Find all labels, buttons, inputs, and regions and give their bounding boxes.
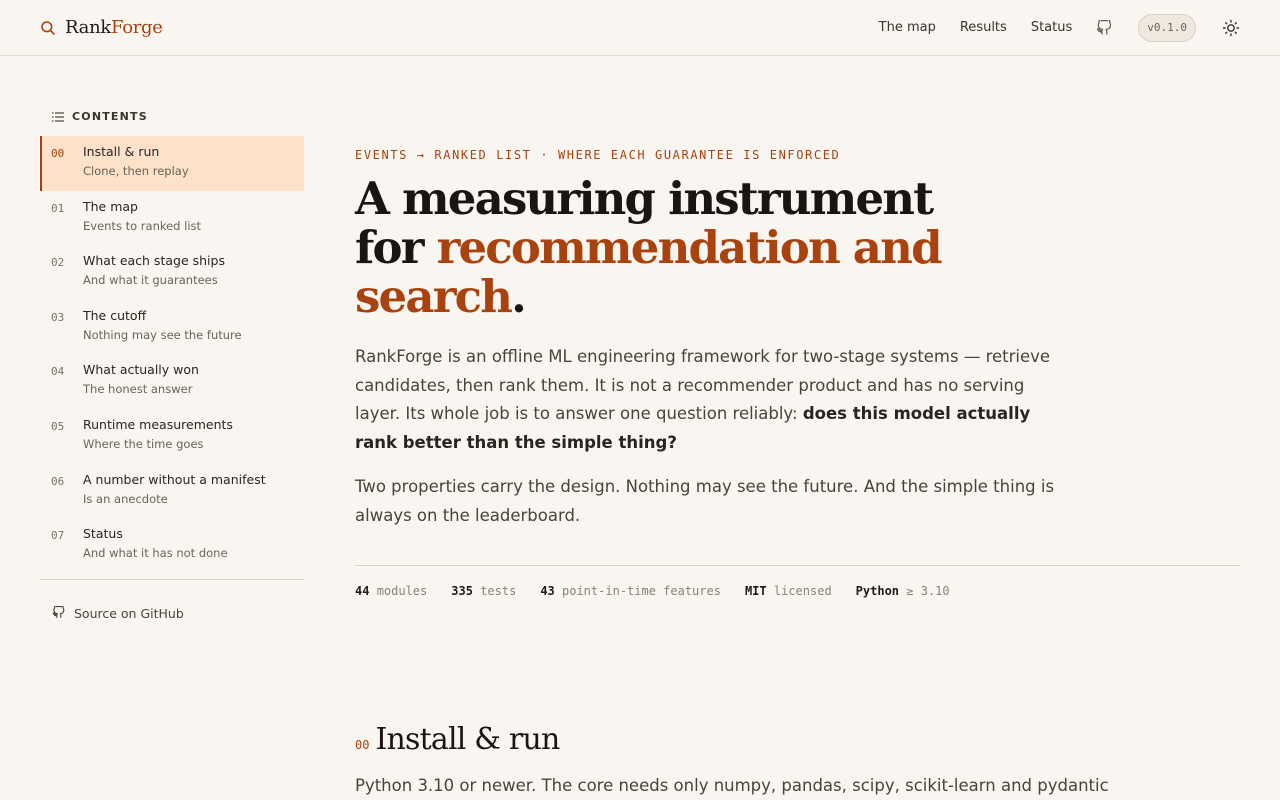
toc-item-subtitle: Nothing may see the future [83,327,242,342]
toc-item-install-run[interactable]: 00 Install & run Clone, then replay [40,136,304,191]
stats-divider [355,565,1240,566]
stat-modules: 44 modules [355,584,427,598]
sun-icon[interactable] [1222,19,1240,37]
nav-link-status[interactable]: Status [1031,20,1072,35]
sidebar-toc: CONTENTS 00 Install & run Clone, then rep… [40,96,304,622]
toc-list: 00 Install & run Clone, then replay 01 Th… [40,136,304,573]
stat-value: 43 [540,584,555,598]
toc-item-title: The map [83,198,138,214]
toc-item-title: Status [83,526,123,542]
github-icon [52,604,65,622]
section-lead: Python 3.10 or newer. The core needs onl… [355,776,1109,795]
toc-item-number: 01 [51,201,65,215]
nav-link-the-map[interactable]: The map [879,20,936,35]
toc-item-what-each-stage-ships[interactable]: 02 What each stage ships And what it guar… [40,245,304,300]
headline-line-1: A measuring instrument [355,172,934,225]
toc-item-subtitle: The honest answer [83,382,193,397]
brand-name-rank: Rank [65,17,111,38]
toc-item-number: 03 [51,310,65,324]
toc-item-the-map[interactable]: 01 The map Events to ranked list [40,191,304,246]
section-heading-install-run: 00 Install & run [355,722,560,757]
toc-item-title: What each stage ships [83,253,225,269]
headline-line-2-plain: for [355,221,437,274]
stat-label: modules [376,584,428,598]
stat-value: 335 [451,584,473,598]
contents-label: CONTENTS [72,109,148,123]
section-number: 00 [355,738,370,752]
stats-row: 44 modules 335 tests 43 point-in-time fe… [355,584,1240,598]
source-on-github-link[interactable]: Source on GitHub [40,604,304,622]
toc-item-title: Install & run [83,144,160,159]
toc-item-number: 02 [51,256,65,270]
toc-item-subtitle: Events to ranked list [83,218,202,233]
toc-item-number: 00 [51,147,65,160]
source-on-github-label: Source on GitHub [74,606,184,622]
version-badge[interactable]: v0.1.0 [1138,13,1196,42]
top-bar: RankForge The map Results Status v0.1.0 [0,0,1280,56]
top-nav: The map Results Status v0.1.0 [879,13,1240,42]
stat-features: 43 point-in-time features [540,584,721,598]
sidebar-divider [40,578,304,580]
headline-accent-2: search [355,270,513,323]
toc-item-title: A number without a manifest [83,471,266,487]
contents-header: CONTENTS [40,96,304,136]
nav-link-results[interactable]: Results [960,20,1007,35]
toc-item-subtitle: Is an anecdote [83,491,168,506]
toc-item-number-without-manifest[interactable]: 06 A number without a manifest Is an anec… [40,464,304,519]
page-title: A measuring instrument for recommendation… [355,174,1055,321]
toc-item-what-actually-won[interactable]: 04 What actually won The honest answer [40,354,304,409]
toc-item-runtime-measurements[interactable]: 05 Runtime measurements Where the time go… [40,409,304,464]
github-icon[interactable] [1096,19,1112,36]
headline-accent: recommendation and [436,221,943,274]
design-paragraph: Two properties carry the design. Nothing… [355,477,1055,525]
search-icon [40,20,56,36]
stat-label: tests [480,584,517,598]
toc-item-subtitle: And what it has not done [83,546,228,561]
main-content: EVENTS → RANKED LIST · WHERE EACH GUARAN… [355,140,1240,598]
brand[interactable]: RankForge [40,17,163,38]
toc-item-number: 04 [51,365,65,379]
stat-license: MIT licensed [745,584,832,598]
stat-value: 44 [355,584,370,598]
toc-item-subtitle: Clone, then replay [83,164,189,178]
toc-item-number: 05 [51,419,65,433]
stat-value: MIT [744,584,767,598]
stat-tests: 335 tests [451,584,516,598]
headline-period: . [511,270,527,323]
brand-name-forge: Forge [111,17,163,38]
toc-item-number: 06 [51,474,65,488]
eyebrow: EVENTS → RANKED LIST · WHERE EACH GUARAN… [355,148,841,162]
brand-name: RankForge [65,17,163,38]
toc-item-number: 07 [51,529,65,543]
toc-item-status[interactable]: 07 Status And what it has not done [40,518,304,573]
toc-item-title: Runtime measurements [83,416,233,432]
stat-python: Python ≥ 3.10 [856,584,950,598]
section-title: Install & run [375,722,560,757]
lead-paragraph: RankForge is an offline ML engineering f… [355,343,1055,457]
stat-value: Python [855,584,900,598]
toc-item-the-cutoff[interactable]: 03 The cutoff Nothing may see the future [40,300,304,355]
stat-label: ≥ 3.10 [906,584,950,598]
toc-item-subtitle: Where the time goes [83,436,204,451]
stat-label: point-in-time features [562,584,721,598]
stat-label: licensed [773,584,832,598]
toc-item-subtitle: And what it guarantees [83,273,218,288]
list-icon [52,107,64,126]
toc-item-title: The cutoff [83,307,147,323]
toc-item-title: What actually won [83,362,199,378]
